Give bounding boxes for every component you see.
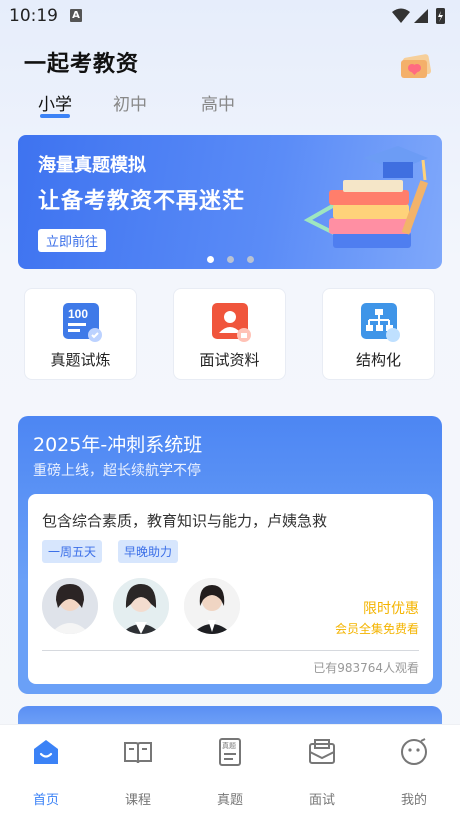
status-time: 10:19 bbox=[9, 6, 58, 26]
grade-tabs: 小学 初中 高中 bbox=[0, 90, 460, 124]
banner-go-button[interactable]: 立即前往 bbox=[38, 229, 107, 252]
course-tag: 早晚助力 bbox=[118, 540, 179, 563]
status-bar: 10:19 A bbox=[0, 0, 460, 34]
course-description: 包含综合素质，教育知识与能力，卢姨急救 bbox=[42, 512, 328, 530]
course-card[interactable]: 2025年-冲刺系统班 重磅上线，超长续航学不停 包含综合素质，教育知识与能力，… bbox=[18, 416, 442, 694]
quick-entry-interview-material[interactable]: 面试资料 bbox=[173, 288, 286, 380]
interview-icon bbox=[212, 303, 251, 342]
envelope-icon bbox=[309, 739, 335, 764]
banner-line1: 海量真题模拟 bbox=[38, 155, 146, 176]
nav-label: 真题 bbox=[216, 793, 243, 808]
score-100-text: 100 bbox=[68, 307, 88, 321]
nav-label: 课程 bbox=[124, 793, 151, 808]
book-icon bbox=[124, 742, 152, 764]
nav-home[interactable]: 首页 bbox=[0, 725, 92, 817]
app-title: 一起考教资 bbox=[24, 51, 140, 77]
gift-icon[interactable] bbox=[398, 48, 434, 80]
quick-entry-exam-practice[interactable]: 100 真题试炼 bbox=[24, 288, 137, 380]
profile-face-icon bbox=[401, 738, 427, 765]
bottom-navigation: 首页 课程 真题 真题 面试 我的 bbox=[0, 724, 460, 817]
signal-icon bbox=[414, 9, 428, 23]
nav-label: 我的 bbox=[400, 793, 427, 808]
viewer-count: 已有983764人观看 bbox=[313, 661, 419, 675]
promo-banner[interactable]: 海量真题模拟 让备考教资不再迷茫 立即前往 bbox=[18, 135, 442, 269]
nav-exam[interactable]: 真题 真题 bbox=[184, 725, 276, 817]
banner-line2: 让备考教资不再迷茫 bbox=[38, 189, 246, 214]
pagination-dot[interactable] bbox=[227, 256, 234, 263]
tab-middle[interactable]: 初中 bbox=[113, 90, 147, 115]
course-detail-panel[interactable]: 包含综合素质，教育知识与能力，卢姨急救 一周五天 早晚助力 限时优惠 会员全集免… bbox=[28, 494, 433, 684]
teacher-avatar[interactable] bbox=[184, 578, 240, 634]
active-tab-indicator bbox=[40, 114, 70, 118]
teacher-avatar[interactable] bbox=[42, 578, 98, 634]
status-icons bbox=[392, 8, 445, 24]
banner-pagination bbox=[200, 256, 260, 264]
quick-entry-structured[interactable]: 结构化 bbox=[322, 288, 435, 380]
tab-primary[interactable]: 小学 bbox=[38, 90, 72, 115]
nav-interview[interactable]: 面试 bbox=[276, 725, 368, 817]
nav-profile[interactable]: 我的 bbox=[368, 725, 460, 817]
tab-high[interactable]: 高中 bbox=[201, 90, 235, 115]
exam-paper-icon: 真题 bbox=[219, 738, 241, 766]
exam-paper-text: 真题 bbox=[222, 741, 236, 750]
course-tag: 一周五天 bbox=[42, 540, 103, 563]
quick-entry-label: 结构化 bbox=[355, 351, 401, 369]
wifi-icon bbox=[392, 8, 410, 23]
promo-title: 限时优惠 bbox=[363, 601, 419, 617]
score-100-icon: 100 bbox=[63, 303, 102, 342]
nav-course[interactable]: 课程 bbox=[92, 725, 184, 817]
quick-entry-label: 真题试炼 bbox=[50, 351, 111, 369]
notification-badge-icon: A bbox=[70, 9, 82, 22]
divider bbox=[42, 650, 419, 651]
course-title: 2025年-冲刺系统班 bbox=[33, 434, 203, 456]
promo-subtitle: 会员全集免费看 bbox=[334, 622, 419, 636]
structure-icon bbox=[361, 303, 400, 342]
course-subtitle: 重磅上线，超长续航学不停 bbox=[33, 463, 201, 479]
home-icon bbox=[34, 740, 58, 764]
quick-entry-label: 面试资料 bbox=[199, 351, 260, 369]
nav-label: 首页 bbox=[32, 793, 59, 808]
nav-label: 面试 bbox=[308, 793, 335, 808]
pagination-dot[interactable] bbox=[247, 256, 254, 263]
pagination-dot[interactable] bbox=[207, 256, 214, 263]
teacher-avatar[interactable] bbox=[113, 578, 169, 634]
books-graduation-cap-illustration bbox=[303, 146, 428, 248]
